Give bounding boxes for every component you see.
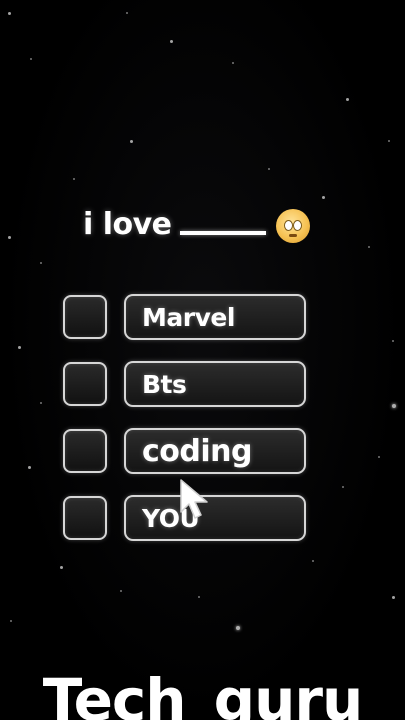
screen: i love Marvel Bts coding YOU Tech_guru <box>0 0 405 720</box>
option-label: Marvel <box>142 302 235 332</box>
checkbox-you[interactable] <box>63 496 107 540</box>
face-with-pleading-eyes-icon <box>275 209 310 243</box>
question-prompt: i love <box>83 205 310 243</box>
option-button-coding[interactable]: coding <box>124 428 306 474</box>
option-button-marvel[interactable]: Marvel <box>124 294 306 340</box>
fill-in-blank-line <box>179 231 266 235</box>
watermark-text: Tech_guru <box>42 666 364 720</box>
option-label: Bts <box>142 369 187 399</box>
mouse-pointer-icon <box>180 479 208 519</box>
prompt-text: i love <box>83 206 172 242</box>
checkbox-coding[interactable] <box>63 429 107 473</box>
option-row-coding: coding <box>63 427 307 475</box>
checkbox-bts[interactable] <box>63 362 107 406</box>
option-row-bts: Bts <box>63 360 307 408</box>
option-label: coding <box>142 433 252 469</box>
checkbox-marvel[interactable] <box>63 295 107 339</box>
option-row-marvel: Marvel <box>63 293 307 341</box>
option-button-bts[interactable]: Bts <box>124 361 306 407</box>
